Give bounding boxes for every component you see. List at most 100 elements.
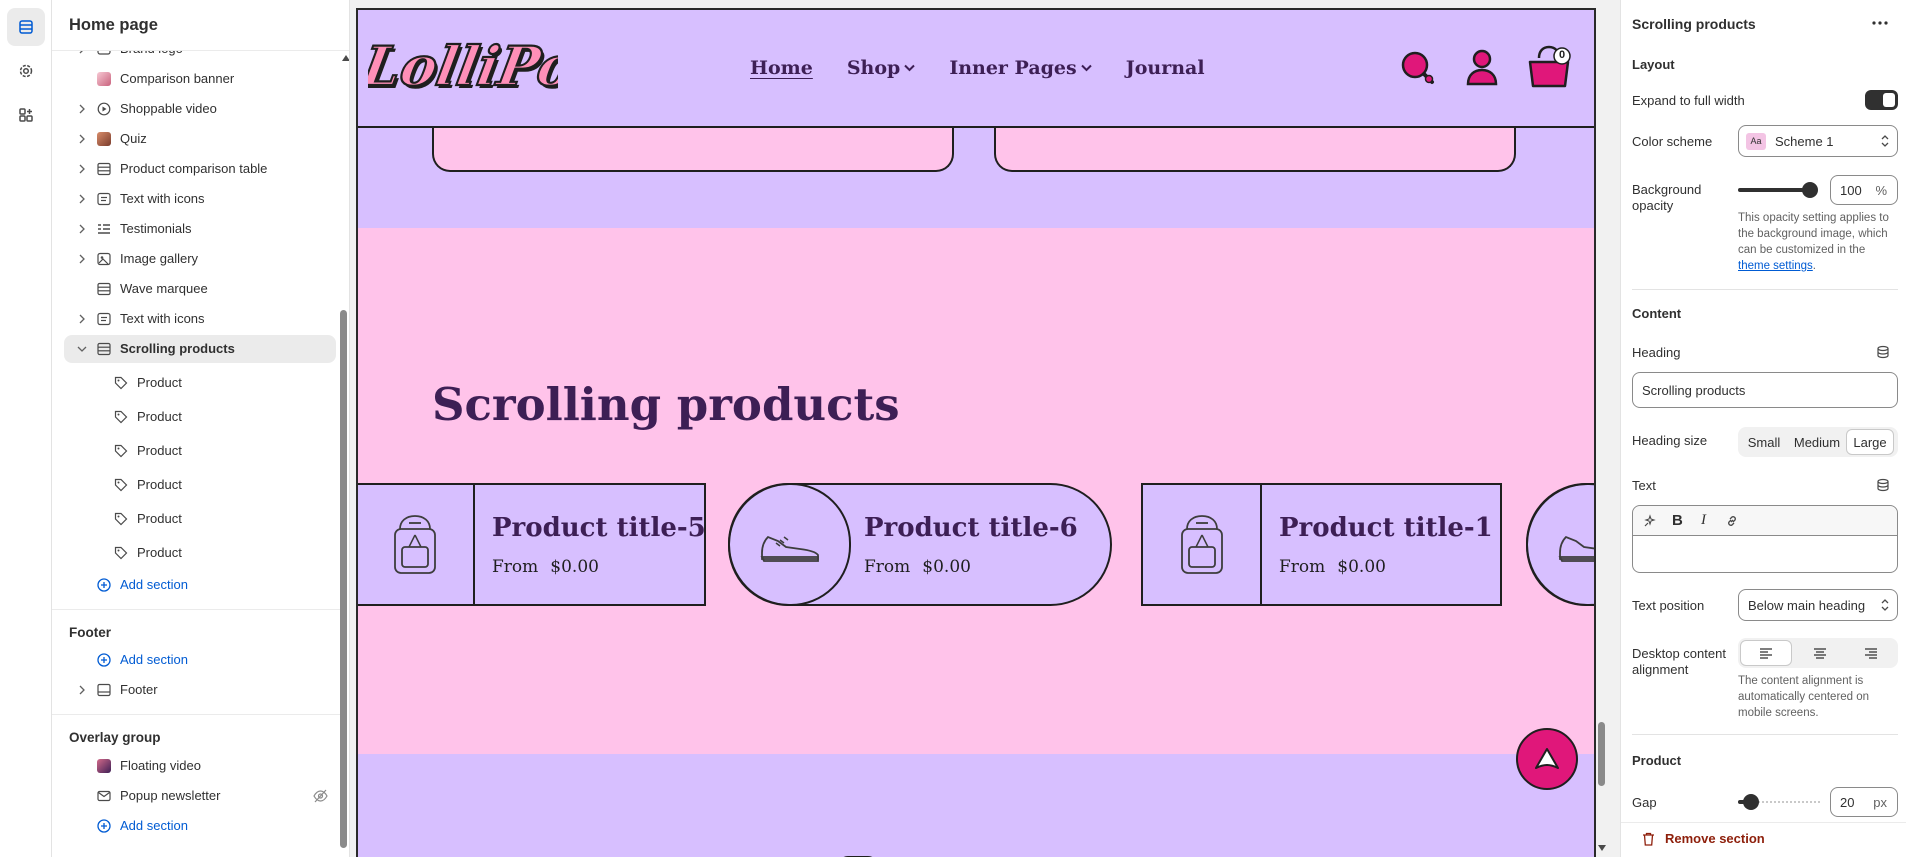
theme-settings-link[interactable]: theme settings — [1738, 260, 1813, 272]
remove-section-button[interactable]: Remove section — [1642, 831, 1765, 846]
block-item-product[interactable]: Product — [64, 403, 336, 431]
product-card[interactable]: Product title-1 From $0.00 — [1141, 483, 1502, 606]
section-heading: Scrolling products — [432, 378, 900, 431]
block-item-product[interactable]: Product — [64, 471, 336, 499]
add-section-button[interactable]: Add section — [64, 571, 336, 599]
preview-scrollbar[interactable] — [1598, 722, 1605, 786]
text-position-label: Text position — [1632, 598, 1705, 613]
product-image — [1143, 485, 1262, 604]
chevron-right-icon[interactable] — [77, 134, 87, 144]
chevron-right-icon[interactable] — [77, 104, 87, 114]
heading-label: Heading — [1632, 345, 1681, 360]
lollipop-logo[interactable]: LolliPop LolliPop — [368, 22, 558, 112]
help-line: This opacity setting applies to — [1738, 212, 1889, 224]
expand-full-width-toggle[interactable] — [1865, 90, 1898, 110]
scroll-down-arrow-icon[interactable] — [1598, 845, 1606, 851]
account-icon[interactable] — [1465, 48, 1499, 88]
block-item-product[interactable]: Product — [64, 437, 336, 465]
section-item-text-with-icons[interactable]: Text with icons — [64, 185, 336, 213]
align-right-button[interactable] — [1846, 640, 1896, 666]
alignment-segmented — [1738, 638, 1898, 668]
eye-hidden-icon[interactable] — [313, 789, 328, 803]
tag-icon — [114, 444, 128, 458]
section-item-footer[interactable]: Footer — [64, 676, 336, 704]
nav-shop-link[interactable]: Shop — [847, 57, 916, 79]
block-item-product[interactable]: Product — [64, 539, 336, 567]
slider-thumb[interactable] — [1743, 794, 1759, 810]
bg-opacity-slider[interactable] — [1738, 182, 1818, 198]
nav-home-link[interactable]: Home — [750, 57, 813, 79]
left-panel-scrollbar[interactable] — [340, 310, 347, 848]
text-position-select[interactable]: Below main heading — [1738, 589, 1898, 621]
dynamic-source-icon[interactable] — [1876, 478, 1890, 492]
block-item-product[interactable]: Product — [64, 505, 336, 533]
dynamic-source-icon[interactable] — [1876, 345, 1890, 359]
heading-size-large[interactable]: Large — [1846, 429, 1894, 455]
theme-settings-button[interactable] — [7, 52, 45, 90]
section-item-quiz[interactable]: Quiz — [64, 125, 336, 153]
slider-thumb[interactable] — [1802, 182, 1818, 198]
bg-opacity-input[interactable]: 100 % — [1830, 175, 1898, 205]
tag-icon — [114, 478, 128, 492]
align-center-button[interactable] — [1794, 640, 1846, 666]
help-line: The content alignment is — [1738, 675, 1864, 687]
bold-icon[interactable]: B — [1672, 512, 1683, 529]
rich-text-editor[interactable]: B I — [1632, 505, 1898, 573]
chevron-right-icon[interactable] — [77, 254, 87, 264]
italic-icon[interactable]: I — [1701, 512, 1706, 529]
color-scheme-select[interactable]: Aa Scheme 1 — [1738, 125, 1898, 157]
align-left-button[interactable] — [1740, 640, 1792, 666]
chevron-right-icon[interactable] — [77, 314, 87, 324]
section-item-shoppable-video[interactable]: Shoppable video — [64, 95, 336, 123]
price-from-label: From — [492, 557, 539, 577]
chevron-right-icon[interactable] — [77, 164, 87, 174]
help-line: mobile screens. — [1738, 707, 1819, 719]
gap-slider[interactable] — [1738, 794, 1822, 810]
gap-input[interactable]: 20 px — [1830, 787, 1898, 817]
section-item-product-comparison-table[interactable]: Product comparison table — [64, 155, 336, 183]
sections-icon — [19, 20, 33, 34]
nav-journal-link[interactable]: Journal — [1126, 57, 1205, 79]
product-card[interactable]: Product title-5 From $0.00 — [358, 483, 706, 606]
apps-button[interactable] — [7, 96, 45, 134]
select-arrows-icon — [1881, 135, 1889, 147]
chevron-down-icon — [1081, 64, 1092, 72]
sections-nav-button[interactable] — [7, 8, 45, 46]
block-item-product[interactable]: Product — [64, 369, 336, 397]
nav-inner-pages-link[interactable]: Inner Pages — [949, 57, 1092, 79]
search-icon[interactable] — [1398, 48, 1438, 88]
scroll-to-top-button[interactable] — [1516, 728, 1578, 790]
add-section-label: Add section — [120, 652, 188, 667]
product-card[interactable]: Product title-6 From $0.00 — [728, 483, 1112, 606]
chevron-right-icon[interactable] — [77, 685, 87, 695]
section-item-text-with-icons[interactable]: Text with icons — [64, 305, 336, 333]
chevron-down-icon[interactable] — [77, 344, 87, 354]
chevron-right-icon[interactable] — [77, 224, 87, 234]
main-nav: Home Shop Inner Pages Journal — [750, 57, 1205, 79]
section-item-comparison-banner[interactable]: Comparison banner — [64, 65, 336, 93]
bg-opacity-label: Background — [1632, 182, 1702, 197]
chevron-right-icon[interactable] — [77, 194, 87, 204]
more-actions-icon[interactable] — [1872, 21, 1888, 25]
section-item-image-gallery[interactable]: Image gallery — [64, 245, 336, 273]
add-section-button[interactable]: Add section — [64, 812, 336, 840]
heading-input[interactable]: Scrolling products — [1632, 372, 1898, 408]
magic-icon[interactable] — [1643, 514, 1657, 528]
divider — [52, 609, 342, 610]
heading-input-value: Scrolling products — [1642, 382, 1746, 398]
heading-size-medium[interactable]: Medium — [1788, 429, 1846, 455]
section-item-scrolling-products[interactable]: Scrolling products — [64, 335, 336, 363]
section-item-popup-newsletter[interactable]: Popup newsletter — [64, 782, 336, 810]
add-section-button[interactable]: Add section — [64, 646, 336, 674]
section-item-testimonials[interactable]: Testimonials — [64, 215, 336, 243]
scroll-up-arrow-icon[interactable] — [342, 55, 350, 61]
section-item-wave-marquee[interactable]: Wave marquee — [64, 275, 336, 303]
heading-size-small[interactable]: Small — [1740, 429, 1788, 455]
product-card-partial[interactable] — [1526, 483, 1594, 606]
product-title: Product title-5 — [492, 513, 706, 543]
section-item-floating-video[interactable]: Floating video — [64, 752, 336, 780]
cart-count-badge: 0 — [1558, 49, 1566, 61]
play-icon — [97, 102, 111, 116]
link-icon[interactable] — [1725, 514, 1739, 528]
price-from-label: From — [864, 557, 911, 577]
